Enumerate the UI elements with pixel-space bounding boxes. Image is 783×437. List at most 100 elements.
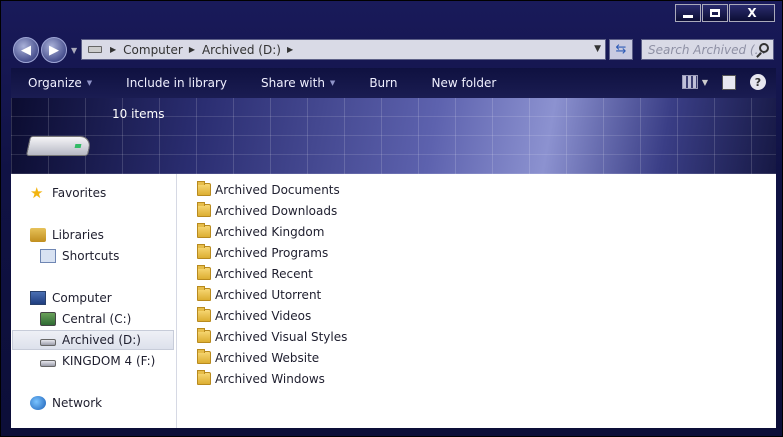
file-name: Archived Documents [215, 182, 340, 197]
forward-button[interactable]: ▶ [41, 37, 67, 63]
sidebar-item-kingdom-f[interactable]: KINGDOM 4 (F:) [40, 351, 155, 371]
computer-icon [30, 291, 46, 305]
new-folder-button[interactable]: New folder [414, 76, 513, 90]
network-icon [30, 396, 46, 410]
search-icon[interactable] [759, 43, 769, 53]
sidebar-item-label: Shortcuts [62, 249, 120, 263]
folder-icon [197, 265, 211, 280]
breadcrumb-computer[interactable]: Computer [123, 43, 183, 57]
forward-arrow-icon: ▶ [49, 42, 59, 58]
include-in-library-button[interactable]: Include in library [109, 76, 244, 90]
toolbar-right-group: ▼ ? [681, 74, 766, 90]
content-area: ★ Favorites Libraries Shortcuts Computer… [11, 174, 776, 428]
list-item[interactable]: Archived Downloads [197, 200, 347, 221]
file-name: Archived Windows [215, 371, 325, 386]
sidebar-item-network[interactable]: Network [30, 393, 102, 413]
list-item[interactable]: Archived Kingdom [197, 221, 347, 242]
minimize-icon [683, 14, 693, 18]
list-item[interactable]: Archived Programs [197, 242, 347, 263]
back-button[interactable]: ◀ [13, 37, 39, 63]
change-view-icon[interactable] [681, 75, 698, 89]
file-name: Archived Website [215, 350, 320, 365]
details-banner: 10 items [11, 98, 776, 174]
close-icon: X [747, 6, 757, 20]
folder-icon [197, 328, 211, 343]
search-placeholder: Search Archived (... [648, 42, 767, 57]
breadcrumb-chevron-icon[interactable]: ▶ [189, 45, 195, 54]
star-icon: ★ [30, 184, 44, 202]
folder-icon [197, 223, 211, 238]
file-list: Archived Documents Archived Downloads Ar… [197, 179, 347, 389]
organize-button[interactable]: Organize ▼ [11, 76, 109, 90]
breadcrumb-archived[interactable]: Archived (D:) [202, 43, 281, 57]
sidebar-item-libraries[interactable]: Libraries [30, 225, 104, 245]
breadcrumb-chevron-icon[interactable]: ▶ [287, 45, 293, 54]
sidebar-item-label: Network [52, 396, 103, 410]
folder-icon [197, 244, 211, 259]
system-drive-icon [40, 312, 56, 326]
sidebar-item-archived-d[interactable]: Archived (D:) [12, 330, 174, 350]
nav-buttons: ◀ ▶ ▼ [13, 37, 77, 63]
folder-icon [197, 307, 211, 322]
drive-large-icon [25, 136, 93, 156]
file-name: Archived Recent [215, 266, 313, 281]
folder-icon [197, 181, 211, 196]
view-options-chevron-icon[interactable]: ▼ [702, 78, 708, 87]
caption-buttons: X [675, 4, 775, 22]
library-icon [30, 228, 46, 242]
help-icon[interactable]: ? [750, 74, 766, 90]
drive-icon [40, 359, 56, 367]
recent-pages-dropdown[interactable]: ▼ [71, 46, 77, 55]
list-item[interactable]: Archived Visual Styles [197, 326, 347, 347]
folder-icon [197, 370, 211, 385]
drive-icon [40, 338, 56, 346]
preview-pane-icon[interactable] [722, 74, 736, 90]
folder-icon [197, 286, 211, 301]
sidebar-item-label: Archived (D:) [62, 333, 141, 347]
list-item[interactable]: Archived Recent [197, 263, 347, 284]
maximize-icon [710, 9, 720, 17]
maximize-button[interactable] [702, 4, 728, 22]
burn-button[interactable]: Burn [352, 76, 414, 90]
list-item[interactable]: Archived Windows [197, 368, 347, 389]
drive-icon [88, 46, 102, 53]
file-name: Archived Programs [215, 245, 329, 260]
list-item[interactable]: Archived Website [197, 347, 347, 368]
minimize-button[interactable] [675, 4, 701, 22]
sidebar-item-computer[interactable]: Computer [30, 288, 112, 308]
shortcut-icon [40, 249, 56, 263]
sidebar-item-shortcuts[interactable]: Shortcuts [40, 246, 119, 266]
organize-label: Organize [28, 76, 82, 90]
sidebar-item-favorites[interactable]: ★ Favorites [30, 183, 106, 203]
share-with-button[interactable]: Share with ▼ [244, 76, 352, 90]
file-name: Archived Utorrent [215, 287, 322, 302]
sidebar-item-label: Libraries [52, 228, 104, 242]
navigation-pane: ★ Favorites Libraries Shortcuts Computer… [11, 174, 177, 428]
address-dropdown-icon[interactable]: ▼ [594, 44, 601, 54]
sidebar-item-label: KINGDOM 4 (F:) [62, 354, 156, 368]
refresh-icon: ⇆ [615, 42, 627, 57]
explorer-window: X ◀ ▶ ▼ ▶ Computer ▶ Archived (D:) ▶ ▼ ⇆… [0, 0, 783, 437]
chevron-down-icon: ▼ [329, 79, 336, 87]
item-count: 10 items [112, 107, 165, 121]
sidebar-item-label: Computer [52, 291, 112, 305]
list-item[interactable]: Archived Utorrent [197, 284, 347, 305]
file-name: Archived Downloads [215, 203, 338, 218]
breadcrumb-chevron-icon[interactable]: ▶ [110, 45, 116, 54]
sidebar-item-central-c[interactable]: Central (C:) [40, 309, 131, 329]
refresh-button[interactable]: ⇆ [609, 39, 633, 60]
file-name: Archived Videos [215, 308, 312, 323]
folder-icon [197, 349, 211, 364]
folder-icon [197, 202, 211, 217]
file-name: Archived Kingdom [215, 224, 325, 239]
search-input[interactable]: Search Archived (... [641, 39, 774, 60]
include-in-library-label: Include in library [126, 76, 228, 90]
new-folder-label: New folder [431, 76, 497, 90]
list-item[interactable]: Archived Documents [197, 179, 347, 200]
chevron-down-icon: ▼ [86, 79, 93, 87]
sidebar-item-label: Favorites [52, 186, 107, 200]
close-button[interactable]: X [729, 4, 775, 22]
address-bar[interactable]: ▶ Computer ▶ Archived (D:) ▶ ▼ [81, 39, 606, 60]
back-arrow-icon: ◀ [21, 42, 31, 58]
list-item[interactable]: Archived Videos [197, 305, 347, 326]
